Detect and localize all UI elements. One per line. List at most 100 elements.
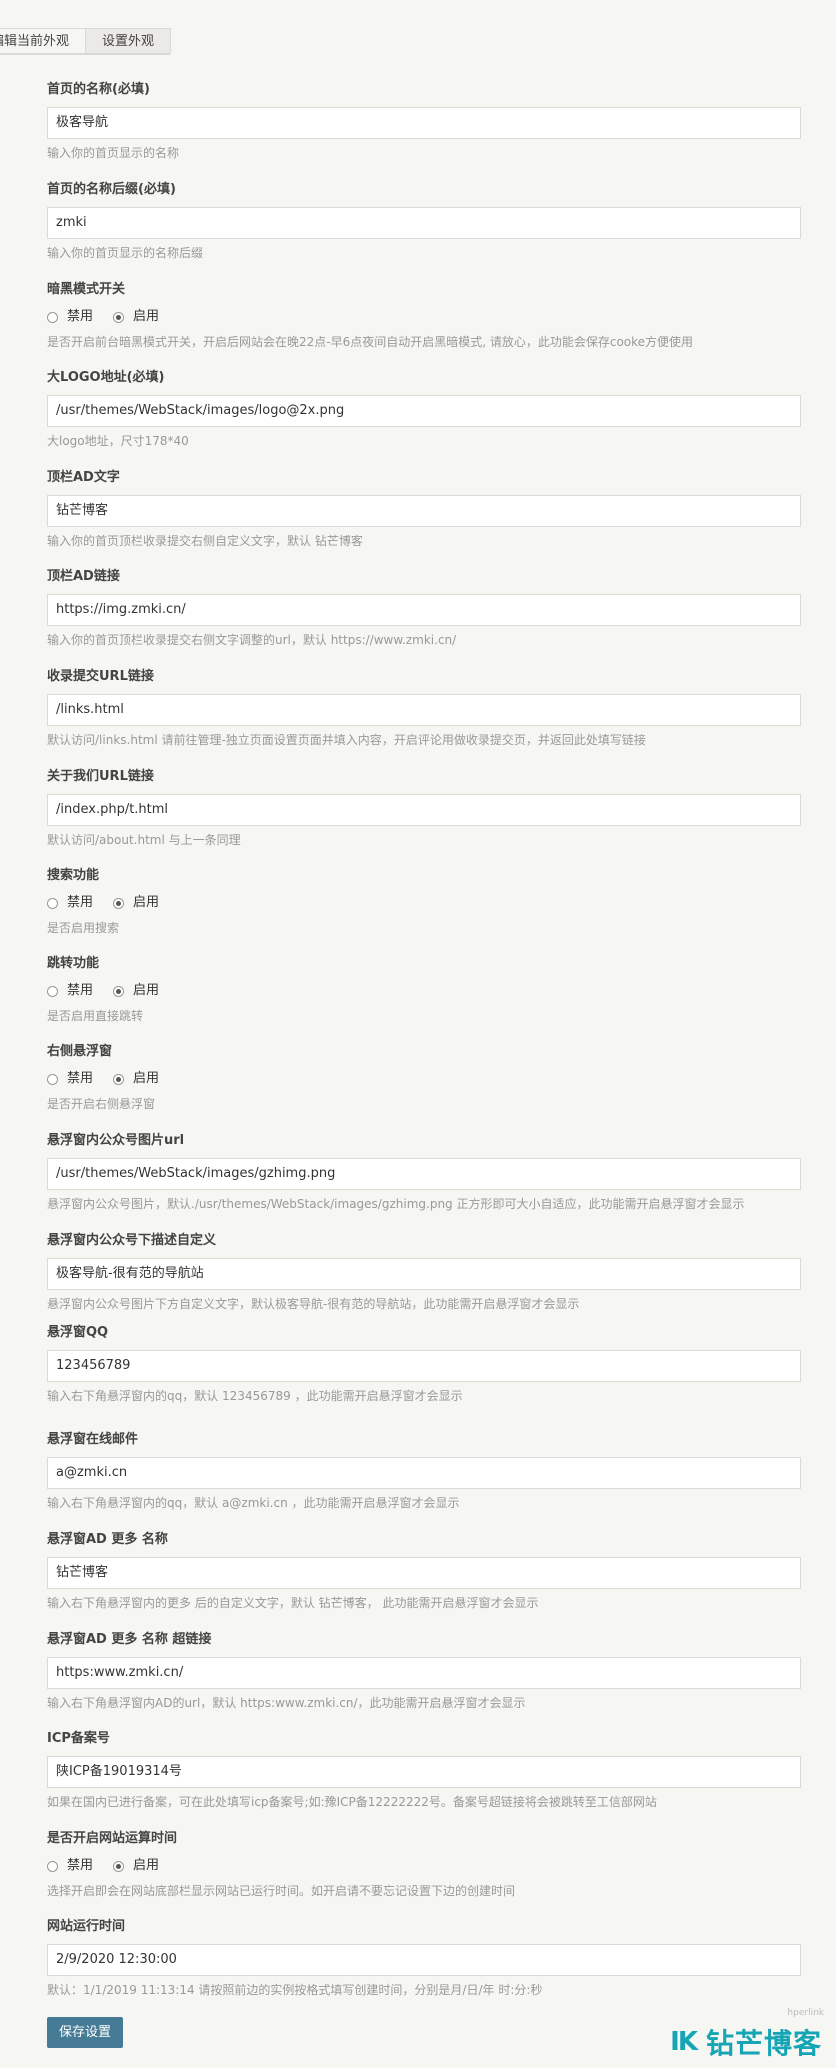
field-label: 跳转功能 bbox=[47, 956, 100, 971]
field-label: ICP备案号 bbox=[47, 1731, 110, 1746]
field-description: 是否开启前台暗黑模式开关，开启后网站会在晚22点-早6点夜间自动开启黑暗模式, … bbox=[47, 335, 694, 349]
radio-enable[interactable]: 启用 bbox=[113, 1855, 159, 1877]
field-wechat-image-url: 悬浮窗内公众号图片url /usr/themes/WebStack/images… bbox=[47, 1131, 801, 1231]
field-search: 搜索功能 禁用 启用 是否启用搜索 bbox=[47, 866, 801, 954]
topbar-ad-link-input[interactable]: https://img.zmki.cn/ bbox=[47, 594, 801, 626]
radio-disable[interactable]: 禁用 bbox=[47, 892, 93, 914]
tab-theme-settings[interactable]: 设置外观 bbox=[85, 28, 172, 54]
field-description: 大logo地址，尺寸178*40 bbox=[47, 434, 189, 448]
watermark-text: 钻芒博客 bbox=[705, 2027, 822, 2060]
field-label: 暗黑模式开关 bbox=[47, 282, 126, 297]
field-redirect: 跳转功能 禁用 启用 是否启用直接跳转 bbox=[47, 954, 801, 1042]
field-label: 悬浮窗AD 更多 名称 bbox=[47, 1532, 168, 1547]
field-floating-ad-name: 悬浮窗AD 更多 名称 钻芒博客 输入右下角悬浮窗内的更多 后的自定义文字，默认… bbox=[47, 1530, 801, 1630]
field-wechat-description: 悬浮窗内公众号下描述自定义 极客导航-很有范的导航站 悬浮窗内公众号图片下方自定… bbox=[47, 1231, 801, 1323]
submit-url-input[interactable]: /links.html bbox=[47, 694, 801, 726]
field-description: 悬浮窗内公众号图片，默认./usr/themes/WebStack/images… bbox=[47, 1197, 745, 1211]
field-description: 输入右下角悬浮窗内AD的url，默认 https:www.zmki.cn/，此功… bbox=[47, 1696, 526, 1710]
radio-disable[interactable]: 禁用 bbox=[47, 1855, 93, 1877]
field-floating-ad-link: 悬浮窗AD 更多 名称 超链接 https:www.zmki.cn/ 输入右下角… bbox=[47, 1630, 801, 1729]
radio-enable[interactable]: 启用 bbox=[113, 980, 159, 1002]
radio-button-checked[interactable] bbox=[113, 897, 125, 909]
field-description: 默认访问/about.html 与上一条同理 bbox=[47, 833, 241, 847]
runtime-radio-group: 禁用 启用 bbox=[47, 1855, 801, 1877]
field-topbar-ad-link: 顶栏AD链接 https://img.zmki.cn/ 输入你的首页顶栏收录提交… bbox=[47, 567, 801, 667]
field-description: 默认访问/links.html 请前往管理-独立页面设置页面并填入内容，开启评论… bbox=[47, 733, 646, 747]
field-label: 悬浮窗QQ bbox=[47, 1325, 109, 1340]
field-label: 悬浮窗内公众号下描述自定义 bbox=[47, 1233, 217, 1248]
field-label: 大LOGO地址(必填) bbox=[47, 370, 165, 385]
field-floating-qq: 悬浮窗QQ 123456789 输入右下角悬浮窗内的qq，默认 12345678… bbox=[47, 1323, 801, 1430]
site-runtime-input[interactable]: 2/9/2020 12:30:00 bbox=[47, 1944, 801, 1976]
radio-enable[interactable]: 启用 bbox=[113, 892, 159, 914]
field-floating-window: 右侧悬浮窗 禁用 启用 是否开启右侧悬浮窗 bbox=[47, 1042, 801, 1131]
tab-edit-current-theme[interactable]: 编辑当前外观 bbox=[0, 28, 87, 54]
watermark-small-text: hperlink bbox=[787, 2008, 824, 2018]
radio-button[interactable] bbox=[47, 897, 58, 909]
icp-number-input[interactable]: 陕ICP备19019314号 bbox=[47, 1756, 801, 1788]
field-description: 输入右下角悬浮窗内的更多 后的自定义文字，默认 钻芒博客， 此功能需开启悬浮窗才… bbox=[47, 1596, 539, 1610]
field-label: 悬浮窗AD 更多 名称 超链接 bbox=[47, 1632, 212, 1647]
floating-window-radio-group: 禁用 启用 bbox=[47, 1068, 801, 1090]
redirect-radio-group: 禁用 启用 bbox=[47, 980, 801, 1002]
about-url-input[interactable]: /index.php/t.html bbox=[47, 794, 801, 826]
wechat-description-input[interactable]: 极客导航-很有范的导航站 bbox=[47, 1258, 801, 1290]
field-label: 首页的名称后缀(必填) bbox=[47, 182, 176, 197]
home-name-suffix-input[interactable]: zmki bbox=[47, 207, 801, 239]
floating-ad-link-input[interactable]: https:www.zmki.cn/ bbox=[47, 1657, 801, 1689]
radio-button[interactable] bbox=[47, 985, 58, 997]
radio-enable[interactable]: 启用 bbox=[113, 1068, 159, 1090]
field-topbar-ad-text: 顶栏AD文字 钻芒博客 输入你的首页顶栏收录提交右侧自定义文字，默认 钻芒博客 bbox=[47, 468, 801, 567]
radio-button-checked[interactable] bbox=[113, 311, 125, 323]
radio-button[interactable] bbox=[47, 311, 58, 323]
floating-email-input[interactable]: a@zmki.cn bbox=[47, 1457, 801, 1489]
settings-form: 首页的名称(必填) 极客导航 输入你的首页显示的名称 首页的名称后缀(必填) z… bbox=[47, 80, 801, 2017]
radio-disable[interactable]: 禁用 bbox=[47, 1068, 93, 1090]
radio-button[interactable] bbox=[47, 1073, 58, 1085]
field-description: 输入你的首页顶栏收录提交右侧自定义文字，默认 钻芒博客 bbox=[47, 534, 363, 548]
radio-disable[interactable]: 禁用 bbox=[47, 980, 93, 1002]
field-runtime-toggle: 是否开启网站运算时间 禁用 启用 选择开启即会在网站底部栏显示网站已运行时间。如… bbox=[47, 1829, 801, 1917]
field-about-url: 关于我们URL链接 /index.php/t.html 默认访问/about.h… bbox=[47, 767, 801, 866]
wechat-image-url-input[interactable]: /usr/themes/WebStack/images/gzhimg.png bbox=[47, 1158, 801, 1190]
field-site-runtime: 网站运行时间 2/9/2020 12:30:00 默认：1/1/2019 11:… bbox=[47, 1917, 801, 2017]
field-label: 顶栏AD文字 bbox=[47, 470, 120, 485]
radio-button[interactable] bbox=[47, 1860, 58, 1872]
radio-button-checked[interactable] bbox=[113, 985, 125, 997]
field-home-name-suffix: 首页的名称后缀(必填) zmki 输入你的首页显示的名称后缀 bbox=[47, 180, 801, 280]
field-label: 是否开启网站运算时间 bbox=[47, 1831, 178, 1846]
field-description: 如果在国内已进行备案，可在此处填写icp备案号;如:豫ICP备12222222号… bbox=[47, 1795, 657, 1809]
field-description: 输入你的首页显示的名称后缀 bbox=[47, 246, 204, 260]
field-description: 输入你的首页显示的名称 bbox=[47, 146, 180, 160]
floating-ad-name-input[interactable]: 钻芒博客 bbox=[47, 1557, 801, 1589]
field-label: 收录提交URL链接 bbox=[47, 669, 154, 684]
field-floating-email: 悬浮窗在线邮件 a@zmki.cn 输入右下角悬浮窗内的qq，默认 a@zmki… bbox=[47, 1430, 801, 1530]
field-dark-mode: 暗黑模式开关 禁用 启用 是否开启前台暗黑模式开关，开启后网站会在晚22点-早6… bbox=[47, 280, 801, 368]
topbar-ad-text-input[interactable]: 钻芒博客 bbox=[47, 495, 801, 527]
radio-enable[interactable]: 启用 bbox=[113, 306, 159, 328]
save-settings-button[interactable]: 保存设置 bbox=[47, 2017, 124, 2048]
dark-mode-radio-group: 禁用 启用 bbox=[47, 306, 801, 328]
radio-button-checked[interactable] bbox=[113, 1860, 125, 1872]
field-big-logo: 大LOGO地址(必填) /usr/themes/WebStack/images/… bbox=[47, 368, 801, 468]
field-description: 是否启用直接跳转 bbox=[47, 1009, 144, 1023]
field-label: 顶栏AD链接 bbox=[47, 569, 120, 584]
field-description: 是否启用搜索 bbox=[47, 921, 120, 935]
floating-qq-input[interactable]: 123456789 bbox=[47, 1350, 801, 1382]
radio-disable[interactable]: 禁用 bbox=[47, 306, 93, 328]
field-home-name: 首页的名称(必填) 极客导航 输入你的首页显示的名称 bbox=[47, 80, 801, 180]
field-description: 选择开启即会在网站底部栏显示网站已运行时间。如开启请不要忘记设置下边的创建时间 bbox=[47, 1884, 516, 1898]
field-description: 默认：1/1/2019 11:13:14 请按照前边的实例按格式填写创建时间，分… bbox=[47, 1983, 543, 1997]
field-label: 搜索功能 bbox=[47, 868, 100, 883]
field-label: 关于我们URL链接 bbox=[47, 769, 154, 784]
field-description: 输入你的首页顶栏收录提交右侧文字调整的url，默认 https://www.zm… bbox=[47, 633, 457, 647]
field-label: 网站运行时间 bbox=[47, 1919, 126, 1934]
field-label: 悬浮窗内公众号图片url bbox=[47, 1133, 185, 1148]
radio-button-checked[interactable] bbox=[113, 1073, 125, 1085]
field-description: 输入右下角悬浮窗内的qq，默认 a@zmki.cn ，此功能需开启悬浮窗才会显示 bbox=[47, 1496, 460, 1510]
tab-bar: 编辑当前外观 设置外观 bbox=[0, 28, 172, 55]
big-logo-input[interactable]: /usr/themes/WebStack/images/logo@2x.png bbox=[47, 395, 801, 427]
search-radio-group: 禁用 启用 bbox=[47, 892, 801, 914]
home-name-input[interactable]: 极客导航 bbox=[47, 107, 801, 139]
field-description: 悬浮窗内公众号图片下方自定义文字，默认极客导航-很有范的导航站，此功能需开启悬浮… bbox=[47, 1297, 580, 1311]
